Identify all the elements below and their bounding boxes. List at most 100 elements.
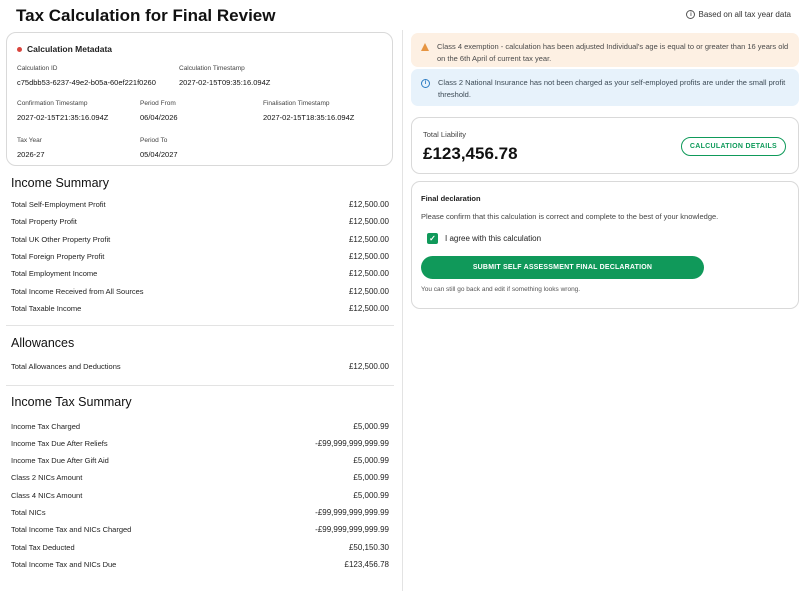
- submit-final-declaration-button[interactable]: SUBMIT SELF ASSESSMENT FINAL DECLARATION: [421, 256, 704, 279]
- row-amount: -£99,999,999,999.99: [315, 508, 389, 517]
- total-liability-card: Total Liability £123,456.78 CALCULATION …: [411, 117, 799, 174]
- row-label: Income Tax Charged: [11, 421, 81, 431]
- final-declaration-card: Final declaration Please confirm that th…: [411, 181, 799, 309]
- warning-alert: Class 4 exemption - calculation has been…: [411, 33, 799, 67]
- table-row: Total Allowances and Deductions £12,500.0…: [6, 358, 396, 375]
- row-amount: £5,000.99: [353, 421, 389, 431]
- row-label: Total Allowances and Deductions: [11, 362, 121, 372]
- row-label: Total UK Other Property Profit: [11, 234, 111, 244]
- metadata-heading-text: Calculation Metadata: [27, 44, 113, 54]
- row-label: Total Tax Deducted: [11, 542, 75, 552]
- table-row: Class 2 NICs Amount £5,000.99: [6, 469, 396, 486]
- row-amount: -£99,999,999,999.99: [315, 525, 389, 535]
- row-label: Class 2 NICs Amount: [11, 473, 83, 483]
- table-row: Income Tax Due After Gift Aid £5,000.99: [6, 452, 396, 469]
- row-label: Income Tax Due After Gift Aid: [11, 456, 109, 466]
- agree-checkbox-label[interactable]: I agree with this calculation: [445, 234, 541, 243]
- metadata-heading: Calculation Metadata: [17, 44, 112, 54]
- table-row: Total Income Tax and NICs Due £123,456.78: [6, 556, 396, 573]
- row-label: Total Property Profit: [11, 217, 77, 227]
- row-amount: £5,000.99: [353, 456, 389, 466]
- field-value: 05/04/2027: [140, 150, 178, 159]
- table-row: Total Employment Income £12,500.00: [6, 265, 396, 282]
- field-value: c75dbb53-6237-49e2-b05a-60ef221f0260: [17, 78, 156, 87]
- field-value: 2027-02-15T21:35:16.094Z: [17, 113, 109, 122]
- table-row: Total Foreign Property Profit £12,500.00: [6, 248, 396, 265]
- field-value: 2027-02-15T09:35:16.094Z: [179, 78, 271, 87]
- right-column: Class 4 exemption - calculation has been…: [411, 33, 799, 309]
- income-summary-list: Total Self-Employment Profit £12,500.00 T…: [6, 196, 396, 317]
- field-confirmation-timestamp: Confirmation Timestamp 2027-02-15T21:35:…: [17, 100, 108, 122]
- field-label: Confirmation Timestamp: [17, 100, 88, 107]
- header-note-text: Based on all tax year data: [698, 10, 791, 19]
- table-row: Total Self-Employment Profit £12,500.00: [6, 196, 396, 213]
- warning-icon: [421, 43, 429, 51]
- field-label: Tax Year: [17, 137, 42, 144]
- row-label: Income Tax Due After Reliefs: [11, 438, 108, 448]
- row-amount: £123,456.78: [344, 559, 390, 569]
- income-tax-summary-list: Income Tax Charged £5,000.99 Income Tax D…: [6, 417, 396, 573]
- table-row: Total NICs -£99,999,999,999.99: [6, 504, 396, 521]
- table-row: Class 4 NICs Amount £5,000.99: [6, 487, 396, 504]
- info-alert-text: Class 2 National Insurance has not been …: [438, 78, 786, 99]
- row-label: Total NICs: [11, 508, 46, 517]
- income-tax-summary-title: Income Tax Summary: [11, 395, 132, 410]
- total-liability-label: Total Liability: [423, 130, 466, 139]
- field-label: Finalisation Timestamp: [263, 100, 330, 107]
- column-divider: [402, 30, 403, 591]
- allowances-title: Allowances: [11, 336, 75, 351]
- row-label: Total Foreign Property Profit: [11, 252, 105, 262]
- row-amount: £12,500.00: [348, 303, 389, 313]
- header-note: i Based on all tax year data: [686, 10, 791, 19]
- page-title: Tax Calculation for Final Review: [16, 6, 276, 25]
- field-finalisation-timestamp: Finalisation Timestamp 2027-02-15T18:35:…: [263, 100, 354, 122]
- checkbox-checked-icon[interactable]: ✓: [427, 233, 438, 244]
- declaration-note: You can still go back and edit if someth…: [421, 286, 581, 293]
- info-icon: i: [421, 79, 430, 88]
- info-icon: i: [686, 10, 696, 19]
- field-value: 2026-27: [17, 150, 45, 159]
- table-row: Total Tax Deducted £50,150.30: [6, 538, 396, 555]
- row-amount: £12,500.00: [348, 362, 389, 372]
- table-row: Total Income Tax and NICs Charged -£99,99…: [6, 521, 396, 538]
- table-row: Total Income Received from All Sources £1…: [6, 282, 396, 299]
- row-amount: £50,150.30: [348, 542, 389, 552]
- row-amount: £5,000.99: [353, 490, 389, 500]
- status-dot-icon: [17, 46, 22, 52]
- field-label: Calculation ID: [17, 65, 58, 72]
- table-row: Income Tax Due After Reliefs -£99,999,999…: [6, 435, 396, 452]
- row-amount: £12,500.00: [348, 234, 389, 244]
- table-row: Total Property Profit £12,500.00: [6, 213, 396, 230]
- field-period-to: Period To 05/04/2027: [140, 137, 178, 159]
- agree-checkbox-row[interactable]: ✓ I agree with this calculation: [427, 233, 541, 244]
- info-alert: i Class 2 National Insurance has not bee…: [411, 69, 799, 106]
- field-label: Calculation Timestamp: [179, 65, 245, 72]
- row-amount: £12,500.00: [348, 200, 389, 210]
- field-period-from: Period From 06/04/2026: [140, 100, 178, 122]
- declaration-title: Final declaration: [421, 194, 481, 203]
- field-label: Period From: [140, 100, 176, 107]
- calculation-metadata-card: Calculation Metadata Calculation ID c75d…: [6, 32, 393, 166]
- row-amount: £12,500.00: [348, 252, 389, 262]
- row-amount: £12,500.00: [348, 217, 389, 227]
- field-value: 2027-02-15T18:35:16.094Z: [263, 113, 355, 122]
- field-label: Period To: [140, 137, 168, 144]
- row-amount: -£99,999,999,999.99: [315, 438, 389, 448]
- field-calculation-timestamp: Calculation Timestamp 2027-02-15T09:35:1…: [179, 65, 270, 87]
- row-label: Class 4 NICs Amount: [11, 490, 83, 500]
- row-amount: £5,000.99: [353, 473, 389, 483]
- row-amount: £12,500.00: [348, 269, 389, 279]
- income-summary-title: Income Summary: [11, 176, 109, 190]
- table-row: Income Tax Charged £5,000.99: [6, 417, 396, 434]
- table-row: Total UK Other Property Profit £12,500.00: [6, 231, 396, 248]
- field-tax-year: Tax Year 2026-27: [17, 137, 45, 159]
- calculation-details-button[interactable]: CALCULATION DETAILS: [680, 137, 786, 156]
- row-label: Total Employment Income: [11, 269, 98, 279]
- row-label: Total Income Tax and NICs Charged: [11, 525, 132, 535]
- row-amount: £12,500.00: [348, 286, 389, 296]
- declaration-text: Please confirm that this calculation is …: [421, 212, 719, 221]
- field-value: 06/04/2026: [140, 113, 178, 122]
- total-liability-amount: £123,456.78: [423, 144, 518, 163]
- field-calculation-id: Calculation ID c75dbb53-6237-49e2-b05a-6…: [17, 65, 156, 87]
- row-label: Total Income Received from All Sources: [11, 286, 144, 296]
